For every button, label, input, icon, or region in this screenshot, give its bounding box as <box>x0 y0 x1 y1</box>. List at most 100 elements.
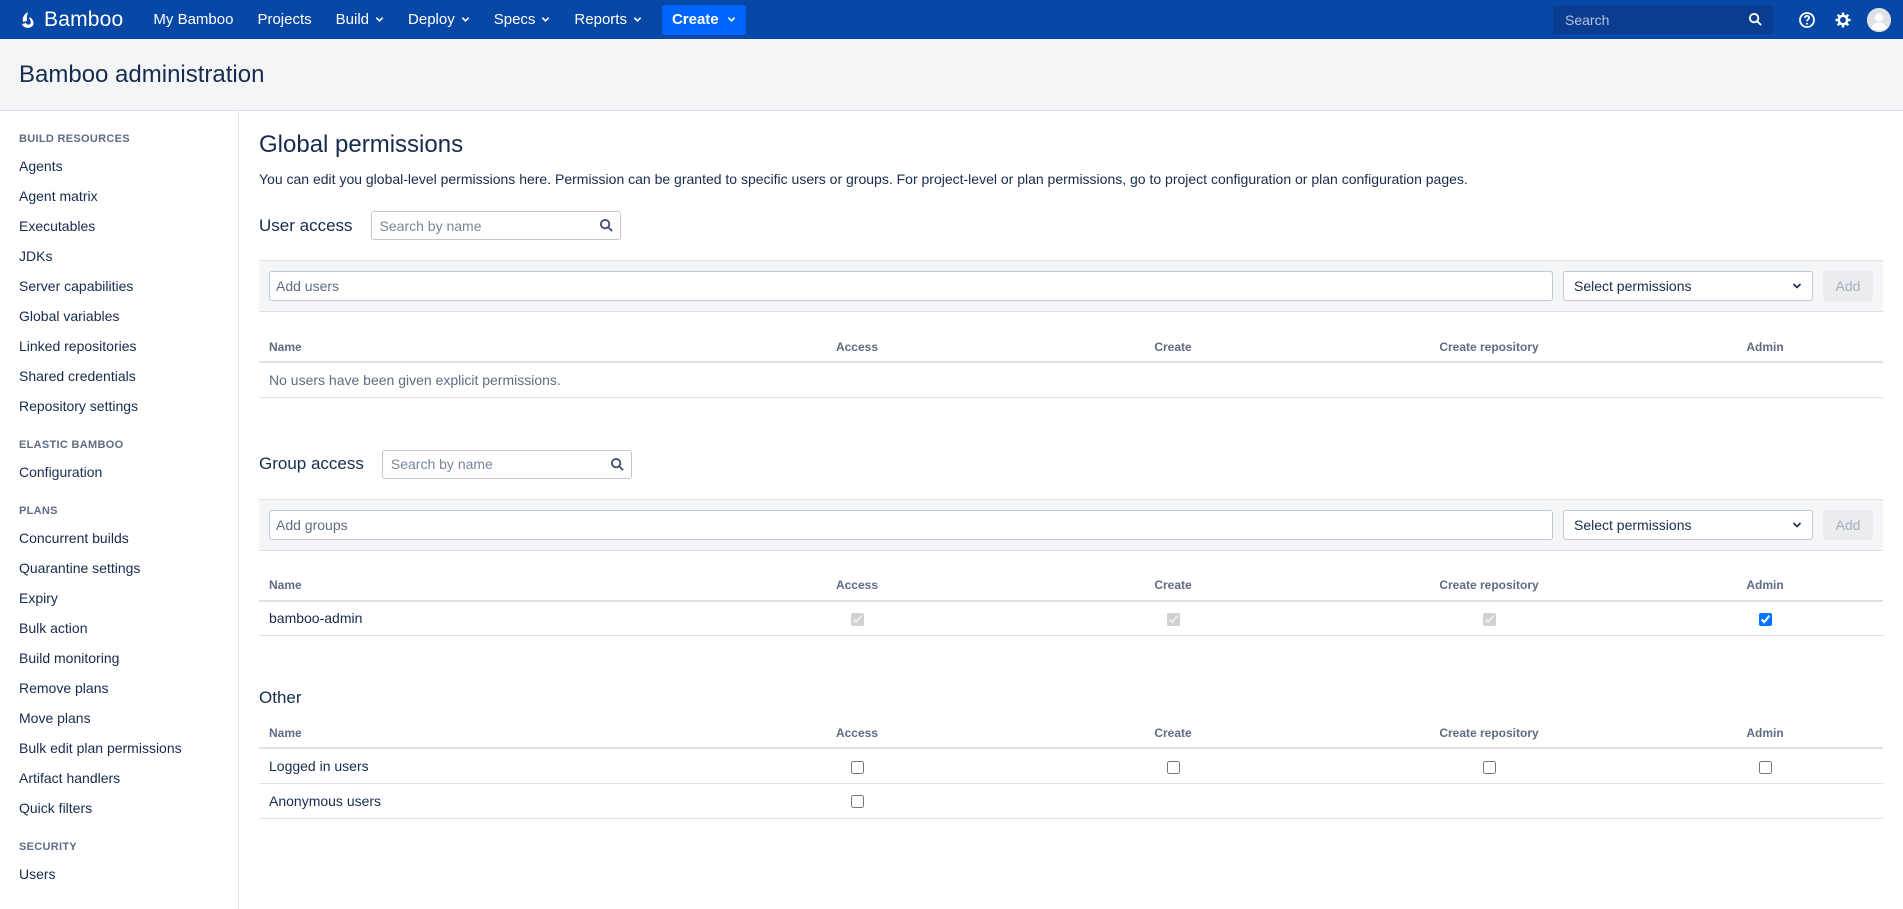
help-button[interactable] <box>1789 11 1825 29</box>
sidebar-item-build-monitoring[interactable]: Build monitoring <box>19 643 238 673</box>
sidebar-item-move-plans[interactable]: Move plans <box>19 703 238 733</box>
group-permissions-select[interactable]: Select permissions <box>1563 509 1813 540</box>
sidebar-item-quick-filters[interactable]: Quick filters <box>19 793 238 823</box>
add-groups-input[interactable] <box>269 509 1553 540</box>
add-groups-bar: Select permissions Add <box>259 498 1883 551</box>
sidebar-item-bulk-edit-plan-permissions[interactable]: Bulk edit plan permissions <box>19 733 238 763</box>
admin-sidebar: BUILD RESOURCES Agents Agent matrix Exec… <box>0 111 239 909</box>
chevron-down-icon <box>1792 283 1802 289</box>
nav-reports[interactable]: Reports <box>562 0 654 39</box>
chevron-down-icon <box>727 17 735 22</box>
group-permissions-table: Name Access Create Create repository Adm… <box>259 570 1883 636</box>
column-header-admin: Admin <box>1647 718 1883 749</box>
top-navigation: Bamboo My Bamboo Projects Build Deploy S… <box>0 0 1903 39</box>
sidebar-item-jdks[interactable]: JDKs <box>19 241 238 271</box>
user-permissions-select[interactable]: Select permissions <box>1563 271 1813 301</box>
sidebar-item-bulk-action[interactable]: Bulk action <box>19 613 238 643</box>
nav-build[interactable]: Build <box>324 0 396 39</box>
sidebar-heading: BUILD RESOURCES <box>19 133 130 145</box>
settings-button[interactable] <box>1825 11 1861 29</box>
user-avatar-icon <box>1867 7 1891 32</box>
create-repository-checkbox[interactable] <box>1482 613 1496 627</box>
sidebar-item-server-capabilities[interactable]: Server capabilities <box>19 271 238 301</box>
sidebar-item-shared-credentials[interactable]: Shared credentials <box>19 361 238 391</box>
create-cell <box>1015 600 1331 636</box>
create-checkbox[interactable] <box>1166 760 1180 774</box>
create-button[interactable]: Create <box>661 4 746 35</box>
table-row: No users have been given explicit permis… <box>259 362 1883 398</box>
column-header-access: Access <box>699 570 1015 602</box>
table-row: bamboo-admin <box>259 600 1883 636</box>
nav-specs[interactable]: Specs <box>482 0 563 39</box>
section-title: Global permissions <box>259 131 464 158</box>
access-checkbox[interactable] <box>850 613 864 627</box>
group-access-title: Group access <box>259 454 364 473</box>
column-header-create: Create <box>1015 570 1331 602</box>
access-checkbox[interactable] <box>850 795 864 809</box>
sidebar-item-concurrent-builds[interactable]: Concurrent builds <box>19 523 238 553</box>
table-row: Anonymous users <box>259 783 1883 819</box>
sidebar-item-agents[interactable]: Agents <box>19 151 238 181</box>
create-label: Create <box>671 11 719 28</box>
page-header: Bamboo administration <box>0 39 1903 111</box>
column-header-access: Access <box>699 718 1015 749</box>
nav-deploy[interactable]: Deploy <box>396 0 482 39</box>
create-checkbox[interactable] <box>1166 613 1180 627</box>
sidebar-item-agent-matrix[interactable]: Agent matrix <box>19 181 238 211</box>
nav-right <box>1553 5 1891 34</box>
main-content: Global permissions You can edit you glob… <box>239 111 1903 909</box>
nav-label: Build <box>335 11 370 28</box>
sidebar-heading: PLANS <box>19 505 58 517</box>
row-name: Logged in users <box>259 748 699 784</box>
sidebar-group-elastic-bamboo: ELASTIC BAMBOO Configuration <box>19 439 238 487</box>
sidebar-item-users[interactable]: Users <box>19 859 238 889</box>
empty-cell <box>1331 783 1647 819</box>
logo-text: Bamboo <box>44 7 124 31</box>
sidebar-item-artifact-handlers[interactable]: Artifact handlers <box>19 763 238 793</box>
intro-text: You can edit you global-level permission… <box>259 171 1468 187</box>
group-search-input[interactable] <box>388 455 610 473</box>
column-header-create-repository: Create repository <box>1331 718 1647 749</box>
global-search-input[interactable] <box>1563 10 1748 29</box>
create-repository-cell <box>1331 748 1647 784</box>
bamboo-logo[interactable]: Bamboo <box>18 8 123 32</box>
search-icon[interactable] <box>599 218 614 233</box>
sidebar-item-quarantine-settings[interactable]: Quarantine settings <box>19 553 238 583</box>
search-icon[interactable] <box>1748 12 1763 27</box>
nav-my-bamboo[interactable]: My Bamboo <box>141 0 245 39</box>
column-header-name: Name <box>259 570 699 602</box>
avatar[interactable] <box>1867 7 1891 32</box>
sidebar-item-executables[interactable]: Executables <box>19 211 238 241</box>
sidebar-item-expiry[interactable]: Expiry <box>19 583 238 613</box>
admin-checkbox[interactable] <box>1758 613 1772 627</box>
add-group-button[interactable]: Add <box>1823 509 1873 540</box>
add-users-bar: Select permissions Add <box>259 260 1883 312</box>
sidebar-item-repository-settings[interactable]: Repository settings <box>19 391 238 421</box>
sidebar-item-configuration[interactable]: Configuration <box>19 457 238 487</box>
chevron-down-icon <box>633 17 642 22</box>
gear-icon <box>1835 12 1851 27</box>
sidebar-group-build-resources: BUILD RESOURCES Agents Agent matrix Exec… <box>19 133 238 421</box>
admin-checkbox[interactable] <box>1758 760 1772 774</box>
create-cell <box>1015 748 1331 784</box>
chevron-down-icon <box>461 17 469 22</box>
create-repository-checkbox[interactable] <box>1482 760 1496 774</box>
sidebar-item-global-variables[interactable]: Global variables <box>19 301 238 331</box>
user-access-header: User access <box>259 211 1883 240</box>
user-search-input[interactable] <box>377 216 599 235</box>
sidebar-item-linked-repositories[interactable]: Linked repositories <box>19 331 238 361</box>
add-users-input[interactable] <box>269 271 1553 301</box>
nav-label: Specs <box>493 11 536 28</box>
column-header-admin: Admin <box>1647 570 1883 602</box>
bamboo-logo-icon <box>22 11 34 28</box>
sidebar-heading: ELASTIC BAMBOO <box>19 439 124 451</box>
user-permissions-table: Name Access Create Create repository Adm… <box>259 332 1883 398</box>
nav-projects[interactable]: Projects <box>245 0 323 39</box>
access-checkbox[interactable] <box>850 760 864 774</box>
add-user-button[interactable]: Add <box>1823 271 1873 301</box>
search-icon[interactable] <box>610 457 625 472</box>
column-header-create: Create <box>1015 718 1331 749</box>
admin-layout: BUILD RESOURCES Agents Agent matrix Exec… <box>0 111 1903 909</box>
sidebar-item-remove-plans[interactable]: Remove plans <box>19 673 238 703</box>
nav-label: Projects <box>257 11 312 28</box>
